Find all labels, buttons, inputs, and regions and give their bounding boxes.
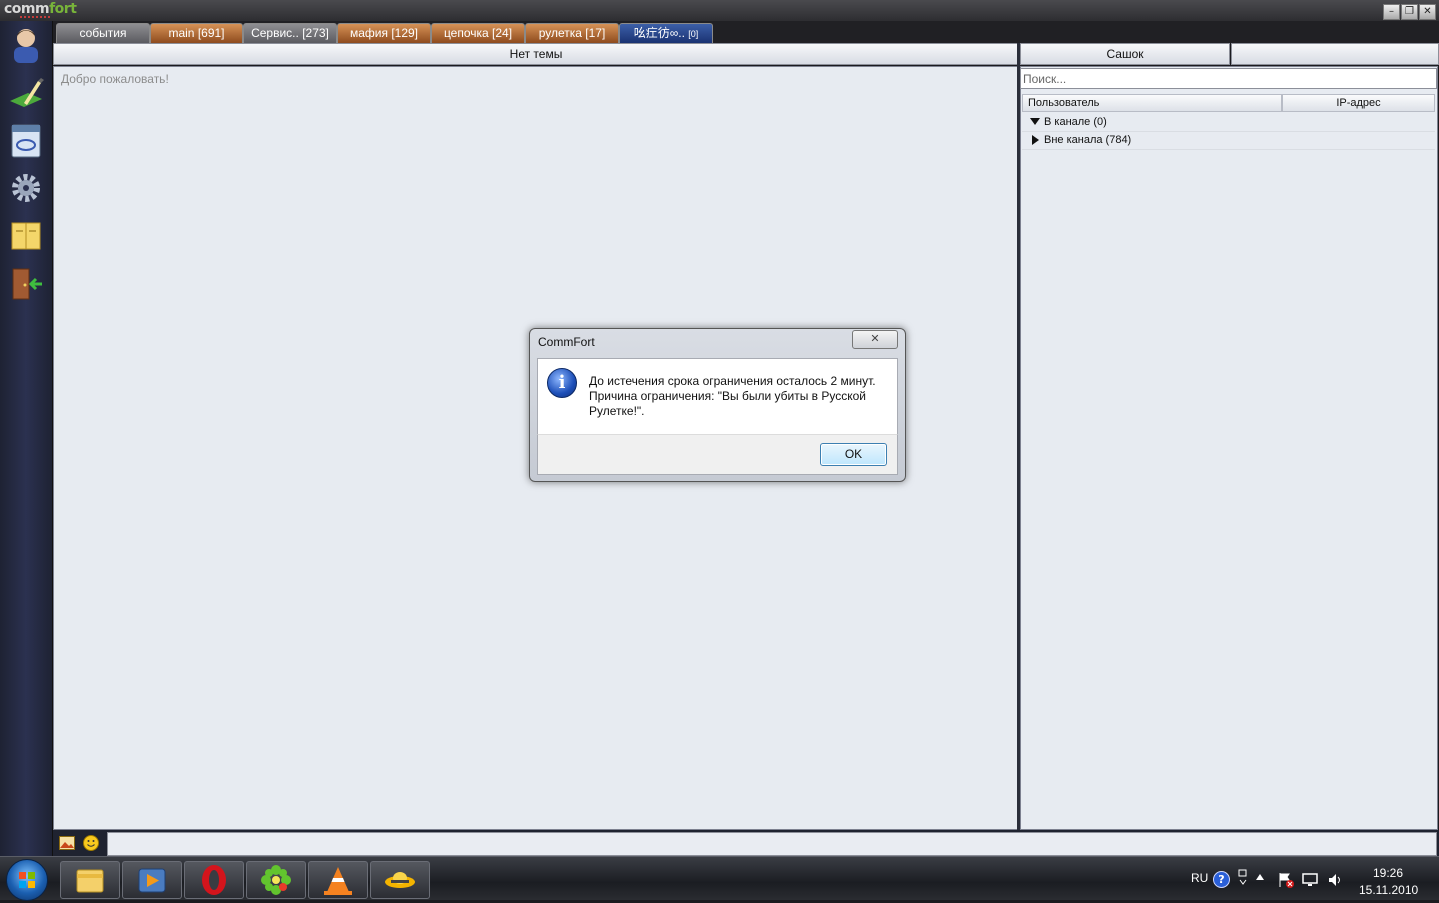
tab-label: main [691] <box>168 26 225 40</box>
channel-topic: Нет темы <box>509 47 563 61</box>
taskbar-explorer[interactable] <box>60 861 120 899</box>
show-hidden-icons-arrow[interactable] <box>1256 874 1264 880</box>
user-icon[interactable] <box>8 25 44 63</box>
search-placeholder: Поиск... <box>1023 72 1067 86</box>
current-user-header: Сашок <box>1020 43 1230 65</box>
clock-date[interactable]: 15.11.2010 <box>1359 883 1418 897</box>
tab-label: цепочка [24] <box>443 26 513 40</box>
media-player-icon <box>138 868 166 893</box>
ok-button[interactable]: OK <box>820 443 887 466</box>
tab-label: 吆疘彷∞.. <box>633 26 685 40</box>
close-window-button[interactable]: ✕ <box>1419 4 1436 20</box>
taskbar-commfort[interactable] <box>370 861 430 899</box>
channels-icon[interactable] <box>8 121 44 159</box>
message-input[interactable] <box>107 832 1437 856</box>
commfort-icon <box>385 872 415 888</box>
clock-time[interactable]: 19:26 <box>1373 866 1403 880</box>
minimize-button[interactable]: – <box>1383 4 1400 20</box>
icq-icon <box>261 865 291 895</box>
windows-taskbar: RU ? 19:26 15.11.2010 <box>0 856 1439 901</box>
user-search-input[interactable]: Поиск... <box>1020 68 1437 89</box>
column-header-user-label: Пользователь <box>1028 97 1100 109</box>
dialog-message: До истечения срока ограничения осталось … <box>589 374 889 419</box>
dialog-close-button[interactable]: ✕ <box>852 330 898 349</box>
taskbar-icq[interactable] <box>246 861 306 899</box>
tab-label: мафия [129] <box>349 26 419 40</box>
edit-icon[interactable] <box>8 73 44 111</box>
tab-label: Сервис.. [273] <box>251 26 329 40</box>
network-icon[interactable] <box>1302 873 1318 887</box>
tab-label: события <box>79 26 127 40</box>
tab-roulette[interactable]: рулетка [17] <box>525 23 619 43</box>
current-user-name: Сашок <box>1106 47 1144 61</box>
commfort-message-dialog: CommFort ✕ i До истечения срока ограниче… <box>529 328 906 482</box>
smiley-icon[interactable] <box>83 835 99 851</box>
vlc-icon <box>324 867 352 895</box>
tab-label: рулетка [17] <box>538 26 606 40</box>
title-bar <box>0 0 1439 22</box>
tree-group-out-channel[interactable]: Вне канала (784) <box>1022 131 1435 150</box>
pen-input-icon[interactable] <box>1238 869 1248 887</box>
dialog-message-line: Рулетке!". <box>589 404 645 418</box>
settings-icon[interactable] <box>8 169 44 207</box>
dialog-title: CommFort <box>538 335 595 349</box>
tab-private-active[interactable]: 吆疘彷∞.. [0] <box>619 23 713 43</box>
dialog-message-line: До истечения срока ограничения осталось … <box>589 374 876 388</box>
channel-tab-bar: события main [691] Сервис.. [273] мафия … <box>53 21 1439 43</box>
userlist-panel <box>1020 66 1438 830</box>
logo-decoration <box>20 16 50 18</box>
column-header-ip-label: IP-адрес <box>1336 97 1381 109</box>
taskbar-opera[interactable] <box>184 861 244 899</box>
close-icon: ✕ <box>870 332 880 345</box>
commfort-logo: commfort <box>4 1 77 17</box>
collapse-arrow-icon[interactable] <box>1032 135 1039 145</box>
tab-main[interactable]: main [691] <box>150 23 243 43</box>
opera-icon <box>202 865 226 895</box>
tree-group-label: Вне канала (784) <box>1044 134 1132 146</box>
taskbar-media-player[interactable] <box>122 861 182 899</box>
info-icon: i <box>547 368 577 398</box>
logo-text-fort: fort <box>49 1 77 17</box>
exit-door-icon[interactable] <box>8 265 44 303</box>
userlist-header-extra <box>1231 43 1439 65</box>
channel-topic-header: Нет темы <box>53 43 1019 65</box>
volume-icon[interactable] <box>1327 872 1343 888</box>
explorer-icon <box>76 869 104 893</box>
tab-service[interactable]: Сервис.. [273] <box>243 23 337 43</box>
restore-button[interactable]: ❐ <box>1401 4 1418 20</box>
windows-logo-icon <box>19 872 35 888</box>
help-icon[interactable]: ? <box>1213 871 1230 888</box>
tab-events[interactable]: события <box>56 23 150 43</box>
left-toolbar <box>0 21 53 856</box>
tab-mafia[interactable]: мафия [129] <box>337 23 431 43</box>
expand-arrow-icon[interactable] <box>1030 118 1040 125</box>
welcome-message: Добро пожаловать! <box>61 72 169 86</box>
dialog-message-line: Причина ограничения: "Вы были убиты в Ру… <box>589 389 867 403</box>
book-icon[interactable] <box>8 217 44 255</box>
tree-group-label: В канале (0) <box>1044 116 1107 128</box>
column-header-ip[interactable]: IP-адрес <box>1282 94 1435 112</box>
taskbar-vlc[interactable] <box>308 861 368 899</box>
tree-group-in-channel[interactable]: В канале (0) <box>1022 113 1435 132</box>
language-indicator[interactable]: RU <box>1191 871 1208 885</box>
logo-text-comm: comm <box>4 1 50 17</box>
tab-badge: [0] <box>688 29 699 39</box>
column-header-user[interactable]: Пользователь <box>1022 94 1282 112</box>
action-center-flag-icon[interactable] <box>1278 872 1294 888</box>
start-button[interactable] <box>6 859 48 901</box>
tab-chain[interactable]: цепочка [24] <box>431 23 525 43</box>
image-insert-icon[interactable] <box>59 836 75 850</box>
